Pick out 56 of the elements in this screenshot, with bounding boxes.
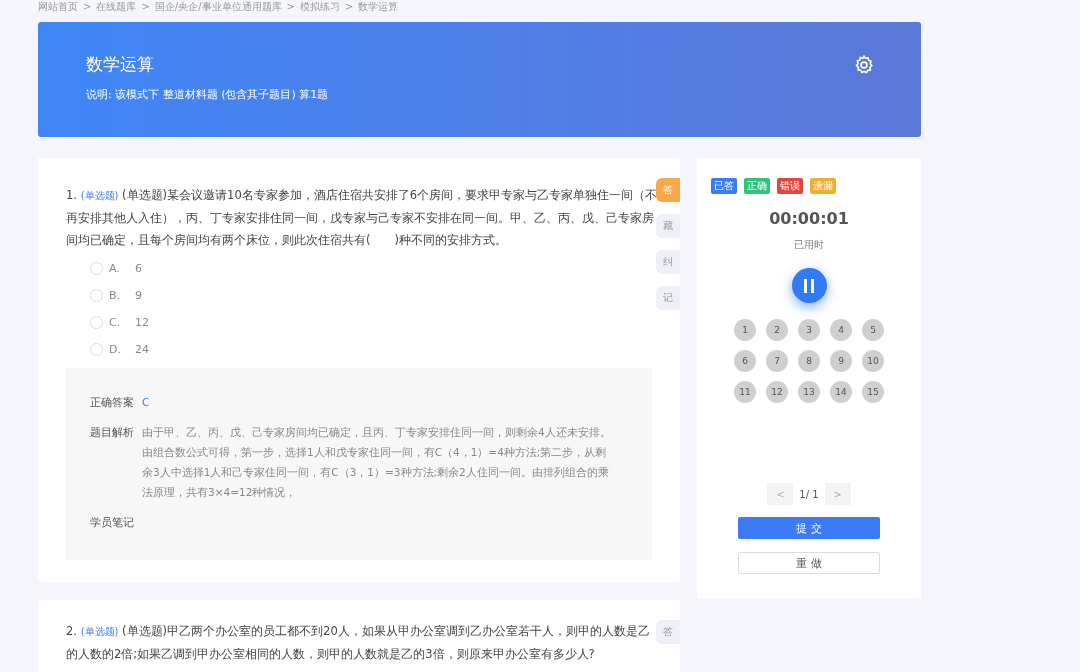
side-tab[interactable]: 答	[656, 620, 680, 644]
side-tab[interactable]: 记	[656, 286, 680, 310]
question-number[interactable]: 13	[798, 381, 820, 403]
question-number[interactable]: 2	[766, 319, 788, 341]
question-text: 1. (单选题) (单选题)某会议邀请10名专家参加，酒店住宿共安排了6个房间，要求甲专家与乙专家单独住一间（不再安排其他人入住），丙、丁专家安排住同一间，戊专家与己专家不安排在同一间。甲、乙、丙、戊、己专家房间均已确定，且每个房间均有两个床位，则此次住宿共有( )种不同的安排方式。	[66, 187, 658, 249]
question-number[interactable]: 8	[798, 350, 820, 372]
submit-button[interactable]: 提 交	[738, 517, 880, 539]
question-number[interactable]: 1	[734, 319, 756, 341]
page-indicator: 1/ 1	[799, 488, 819, 500]
redo-button[interactable]: 重 做	[738, 552, 880, 574]
question-number[interactable]: 5	[862, 319, 884, 341]
question-number[interactable]: 14	[830, 381, 852, 403]
analysis-label: 题目解析	[90, 425, 134, 440]
timer: 00:00:01	[769, 209, 849, 228]
answer-option[interactable]: A. 6	[90, 259, 652, 278]
answer-label: 正确答案	[90, 395, 134, 410]
legend-tag: 错误	[777, 178, 803, 194]
page-title: 数学运算	[86, 53, 155, 75]
legend-tag: 正确	[744, 178, 770, 194]
question-number[interactable]: 7	[766, 350, 788, 372]
breadcrumb-item[interactable]: 在线题库	[96, 0, 137, 13]
breadcrumb-item[interactable]: 模拟练习	[299, 0, 340, 13]
answer-option[interactable]: B. 9	[90, 286, 652, 305]
question-number[interactable]: 4	[830, 319, 852, 341]
pause-icon	[803, 278, 815, 293]
pause-button[interactable]	[791, 268, 827, 303]
breadcrumb-item: >	[344, 0, 354, 13]
analysis-text: 由于甲、乙、丙、戊、己专家房间均已确定，且丙、丁专家安排住同一间，则剩余4人还未安排。由组合数公式可得，第一步，选择1人和戊专家住同一间，有C（4，1）=4种方法;第二步，从剩余3人中选择1人和己专家住同一间，有C（3，1）=3种方法;剩余2人住同一间。由排列组合的乘法原理，共有3×4=12种情况，	[142, 425, 612, 500]
side-tab[interactable]: 答	[656, 178, 680, 202]
answer-option[interactable]: C. 12	[90, 313, 652, 332]
question-number[interactable]: 6	[734, 350, 756, 372]
next-page-button[interactable]: >	[824, 483, 851, 505]
timer-label: 已用时	[794, 238, 824, 252]
question-number[interactable]: 12	[766, 381, 788, 403]
breadcrumb-item: >	[83, 0, 92, 13]
legend-tag: 遗漏	[810, 178, 836, 194]
correct-answer: C	[142, 395, 150, 410]
question-text: 2. (单选题) (单选题)甲乙两个办公室的员工都不到20人，如果从甲办公室调到乙办公室若干人，则甲的人数是乙的人数的2倍;如果乙调到甲办公室相同的人数，则甲的人数就是乙的3倍，则原来甲办公室有多少人?	[66, 623, 651, 663]
breadcrumb-item[interactable]: 数学运算	[358, 0, 399, 13]
legend-tag: 已答	[711, 178, 737, 194]
breadcrumb-item: >	[286, 0, 295, 13]
answer-option[interactable]: D. 24	[90, 340, 652, 359]
breadcrumb-item[interactable]: 国企/央企/事业单位通用题库	[154, 0, 282, 13]
settings-icon[interactable]	[853, 54, 875, 76]
notes-label: 学员笔记	[90, 515, 134, 530]
question-number[interactable]: 10	[862, 350, 884, 372]
question-number[interactable]: 15	[862, 381, 884, 403]
breadcrumb-item: >	[141, 0, 150, 13]
question-number[interactable]: 3	[798, 319, 820, 341]
side-tab[interactable]: 纠	[656, 250, 680, 274]
side-tab[interactable]: 藏	[656, 214, 680, 238]
breadcrumb-item[interactable]: 网站首页	[38, 0, 78, 13]
question-number[interactable]: 9	[830, 350, 852, 372]
question-number[interactable]: 11	[734, 381, 756, 403]
mode-description: 说明: 该模式下 整道材料题 (包含其子题目) 算1题	[86, 87, 329, 102]
previous-page-button[interactable]: <	[767, 483, 794, 505]
